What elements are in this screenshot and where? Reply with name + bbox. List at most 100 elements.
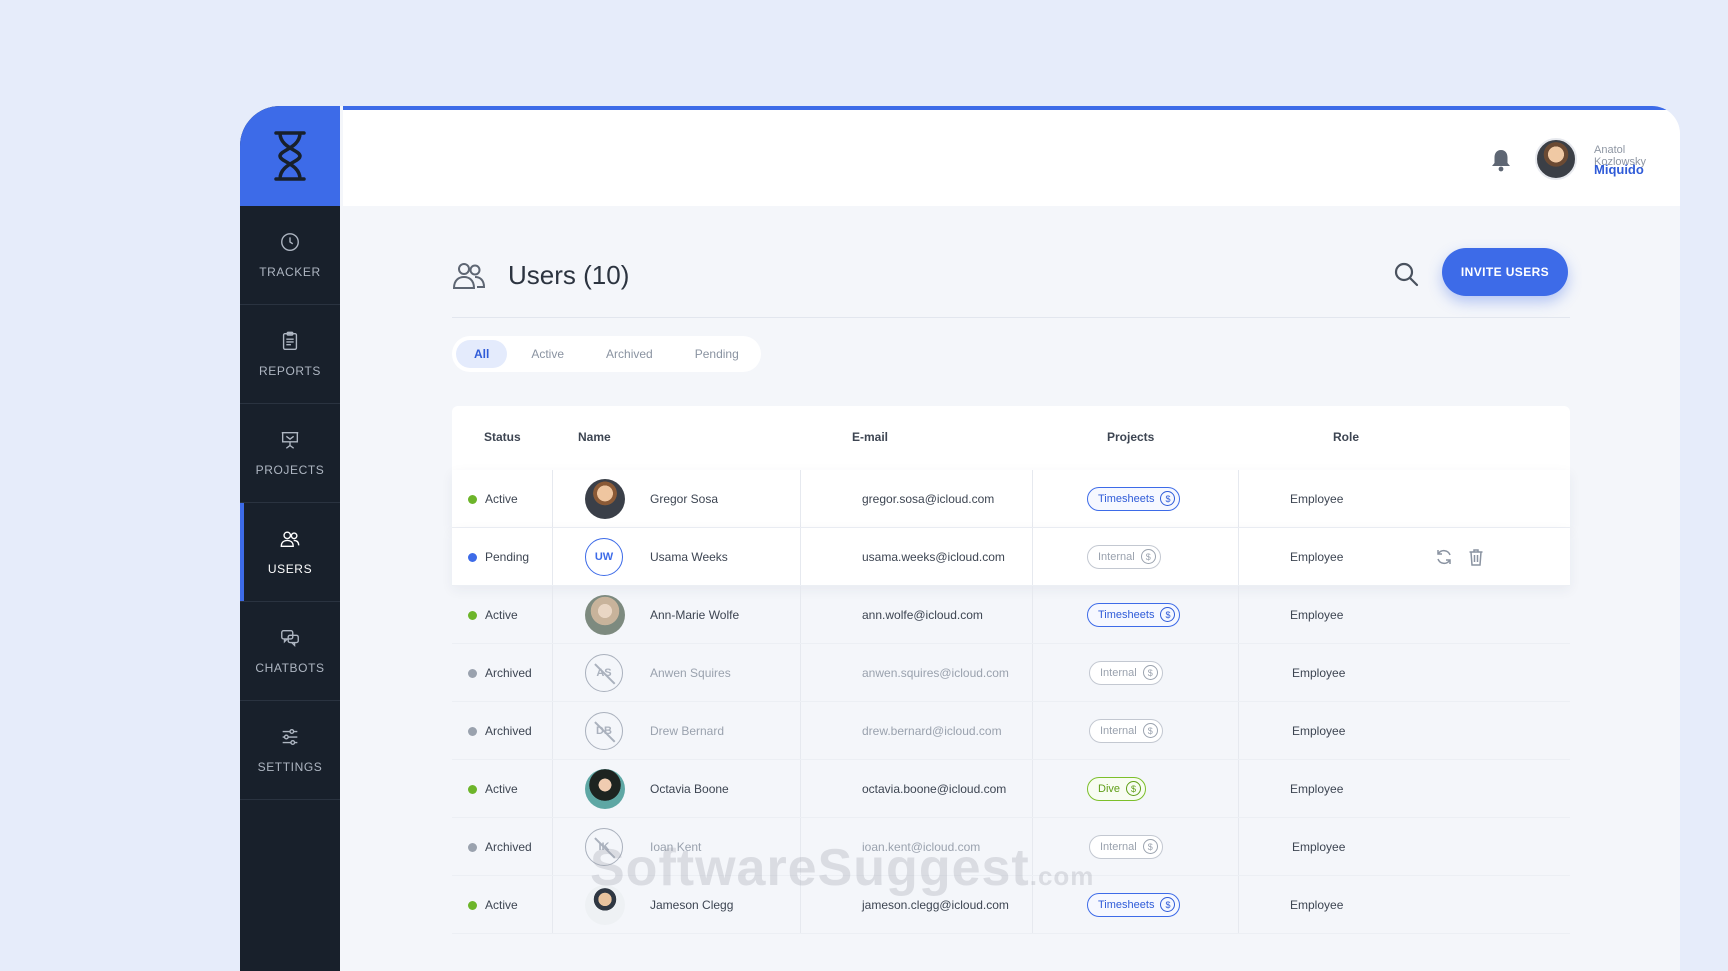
dollar-icon: $ — [1140, 549, 1156, 564]
column-divider — [1032, 818, 1033, 875]
project-tag-label: Timesheets — [1098, 898, 1155, 911]
sidebar-item-settings[interactable]: SETTINGS — [240, 701, 340, 800]
app-window: TRACKER REPORTS PROJECTS USERS CHATBOTS … — [240, 106, 1680, 971]
dollar-icon: $ — [1126, 781, 1142, 796]
sidebar-item-chatbots[interactable]: CHATBOTS — [240, 602, 340, 701]
table-row[interactable]: Active Octavia Boone octavia.boone@icloud.… — [452, 760, 1570, 818]
user-name-cell[interactable]: Gregor Sosa — [650, 492, 718, 506]
user-name-cell[interactable]: Drew Bernard — [650, 724, 724, 738]
resend-invite-icon[interactable] — [1434, 547, 1454, 567]
column-divider — [552, 586, 553, 643]
table-row[interactable]: Archived DB Drew Bernard drew.bernard@iclou… — [452, 702, 1570, 760]
dollar-icon: $ — [1142, 665, 1158, 680]
role-cell: Employee — [1292, 665, 1346, 680]
table-header: Status Name E-mail Projects Role — [452, 406, 1570, 470]
sidebar-item-users[interactable]: USERS — [240, 503, 340, 602]
role-cell: Employee — [1292, 839, 1346, 854]
table-row[interactable]: Active Ann-Marie Wolfe ann.wolfe@icloud.co… — [452, 586, 1570, 644]
column-header-projects[interactable]: Projects — [1107, 430, 1154, 444]
sidebar-item-tracker[interactable]: TRACKER — [240, 206, 340, 305]
avatar — [585, 479, 625, 519]
sidebar-item-reports[interactable]: REPORTS — [240, 305, 340, 404]
project-tag[interactable]: Timesheets $ — [1087, 602, 1181, 627]
email-cell[interactable]: ioan.kent@icloud.com — [862, 840, 980, 854]
sidebar-item-projects[interactable]: PROJECTS — [240, 404, 340, 503]
email-cell[interactable]: jameson.clegg@icloud.com — [862, 898, 1009, 912]
filter-tab-all[interactable]: All — [456, 340, 508, 368]
search-icon[interactable] — [1392, 260, 1420, 288]
table-row[interactable]: Archived IK Ioan Kent ioan.kent@icloud.com I… — [452, 818, 1570, 876]
sliders-icon — [282, 728, 298, 746]
email-cell[interactable]: drew.bernard@icloud.com — [862, 724, 1002, 738]
column-divider — [800, 702, 801, 759]
status-filter-tabs: All Active Archived Pending — [452, 336, 761, 372]
table-row[interactable]: Active Jameson Clegg jameson.clegg@icloud.… — [452, 876, 1570, 934]
email-cell[interactable]: anwen.squires@icloud.com — [862, 666, 1009, 680]
user-name-cell[interactable]: Anwen Squires — [650, 666, 731, 680]
trash-icon[interactable] — [1466, 547, 1486, 567]
role-cell: Employee — [1290, 607, 1344, 622]
sidebar-item-label: TRACKER — [259, 265, 321, 279]
page-title: Users (10) — [508, 260, 630, 290]
column-divider — [1238, 470, 1239, 527]
status-cell: Pending — [468, 550, 529, 564]
status-text: Archived — [485, 839, 532, 854]
status-cell: Active — [468, 608, 518, 622]
status-dot — [468, 842, 477, 852]
column-divider — [800, 586, 801, 643]
project-tag[interactable]: Timesheets $ — [1087, 892, 1181, 917]
user-name-cell[interactable]: Jameson Clegg — [650, 898, 733, 912]
status-dot — [468, 610, 477, 620]
filter-tab-archived[interactable]: Archived — [588, 340, 671, 368]
project-tag[interactable]: Internal $ — [1089, 834, 1163, 859]
user-name-cell[interactable]: Octavia Boone — [650, 782, 729, 796]
column-divider — [800, 644, 801, 701]
role-cell: Employee — [1292, 723, 1346, 738]
column-divider — [800, 876, 801, 933]
column-header-email[interactable]: E-mail — [852, 430, 888, 444]
project-tag[interactable]: Internal $ — [1087, 544, 1161, 569]
avatar-initials: IK — [585, 828, 623, 866]
project-tag[interactable]: Dive $ — [1087, 776, 1147, 801]
email-cell[interactable]: octavia.boone@icloud.com — [862, 782, 1006, 796]
status-cell: Archived — [468, 840, 532, 854]
user-name-cell[interactable]: Ann-Marie Wolfe — [650, 608, 739, 622]
user-name-cell[interactable]: Ioan Kent — [650, 840, 701, 854]
project-tag[interactable]: Timesheets $ — [1087, 486, 1181, 511]
email-cell[interactable]: gregor.sosa@icloud.com — [862, 492, 994, 506]
table-row[interactable]: Pending UW Usama Weeks usama.weeks@icloud.c… — [452, 528, 1570, 586]
invite-users-button[interactable]: INVITE USERS — [1442, 248, 1568, 296]
filter-tab-pending[interactable]: Pending — [677, 340, 757, 368]
column-header-status[interactable]: Status — [484, 430, 521, 444]
status-cell: Active — [468, 782, 518, 796]
column-divider — [552, 818, 553, 875]
status-dot — [468, 494, 477, 504]
column-divider — [1032, 702, 1033, 759]
dollar-icon: $ — [1160, 491, 1176, 506]
bell-icon[interactable] — [1490, 148, 1512, 172]
avatar — [585, 769, 625, 809]
email-cell[interactable]: ann.wolfe@icloud.com — [862, 608, 983, 622]
page-header: Users (10) INVITE USERS — [452, 248, 1570, 318]
clipboard-icon — [282, 331, 298, 350]
column-divider — [800, 760, 801, 817]
column-divider — [1238, 528, 1239, 585]
role-cell: Employee — [1290, 781, 1344, 796]
column-divider — [1032, 586, 1033, 643]
column-header-role[interactable]: Role — [1333, 430, 1359, 444]
user-avatar[interactable] — [1535, 138, 1577, 180]
filter-tab-active[interactable]: Active — [513, 340, 582, 368]
table-row[interactable]: Archived AS Anwen Squires anwen.squires@icl… — [452, 644, 1570, 702]
project-tag-label: Internal — [1098, 550, 1135, 563]
email-cell[interactable]: usama.weeks@icloud.com — [862, 550, 1005, 564]
status-text: Active — [485, 607, 518, 622]
table-row[interactable]: Active Gregor Sosa gregor.sosa@icloud.com T… — [452, 470, 1570, 528]
project-tag[interactable]: Internal $ — [1089, 660, 1163, 685]
sidebar: TRACKER REPORTS PROJECTS USERS CHATBOTS … — [240, 106, 340, 971]
avatar-initials: AS — [585, 654, 623, 692]
status-dot — [468, 552, 477, 562]
column-header-name[interactable]: Name — [578, 430, 611, 444]
project-tag[interactable]: Internal $ — [1089, 718, 1163, 743]
logo[interactable] — [240, 106, 340, 206]
user-name-cell[interactable]: Usama Weeks — [650, 550, 728, 564]
